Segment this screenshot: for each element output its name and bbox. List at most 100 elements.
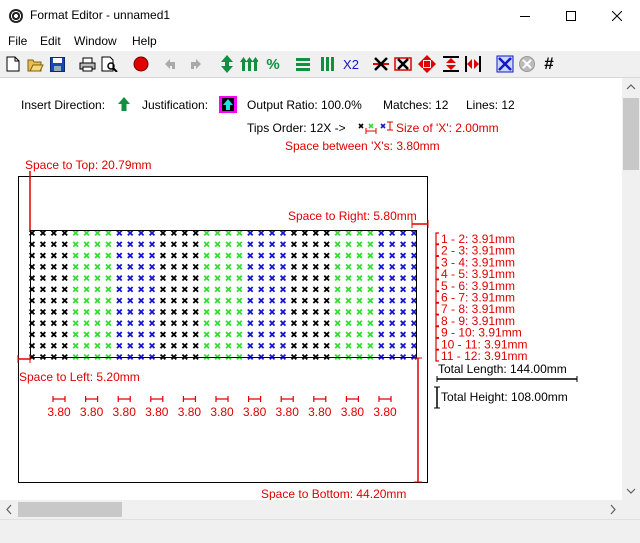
tip-x-mark — [356, 286, 363, 293]
menu-edit[interactable]: Edit — [40, 34, 61, 48]
x2-button[interactable]: X2 — [340, 55, 362, 73]
tip-x-mark — [159, 308, 167, 315]
tip-x-mark — [410, 241, 418, 248]
tip-x-mark — [61, 241, 68, 248]
tip-x-mark — [116, 297, 123, 304]
center-button[interactable] — [418, 55, 436, 73]
scroll-left-icon[interactable] — [6, 504, 12, 515]
tip-x-mark — [323, 308, 330, 315]
horizontal-spacing-button[interactable] — [464, 55, 482, 73]
delete-x-icon — [373, 57, 389, 71]
center-icon — [418, 55, 436, 73]
grid-x-button[interactable] — [496, 55, 514, 73]
align-columns-button[interactable] — [318, 55, 336, 73]
delete-x-button[interactable] — [372, 55, 390, 73]
percent-button[interactable]: % — [264, 55, 282, 73]
horizontal-scroll-thumb[interactable] — [18, 502, 122, 517]
tip-x-mark — [50, 308, 57, 315]
tip-x-mark — [116, 241, 123, 248]
tip-x-mark — [116, 342, 123, 349]
tip-x-mark — [39, 241, 46, 248]
vertical-spacing-button[interactable] — [442, 55, 460, 73]
tip-x-mark — [258, 252, 265, 259]
x-spacing-marker — [85, 396, 99, 402]
tips-order-sample-icon — [358, 121, 393, 134]
tip-x-mark — [170, 275, 177, 282]
tip-x-mark — [290, 241, 297, 248]
tip-x-mark — [203, 252, 210, 259]
justification-button[interactable] — [240, 55, 258, 73]
tip-x-mark — [105, 275, 112, 282]
tip-x-mark — [323, 263, 330, 270]
insert-direction-button[interactable] — [218, 55, 236, 73]
tip-x-mark — [345, 297, 352, 304]
tip-x-mark — [334, 229, 341, 237]
menu-help[interactable]: Help — [132, 34, 157, 48]
minimize-button[interactable] — [502, 0, 548, 31]
tip-x-mark — [312, 275, 319, 282]
tip-x-mark — [181, 252, 188, 259]
tip-x-mark — [181, 297, 188, 304]
save-button[interactable] — [48, 55, 66, 73]
tip-x-mark — [50, 275, 57, 282]
tip-x-mark — [127, 342, 134, 349]
tip-x-mark — [127, 252, 134, 259]
align-lines-button[interactable] — [294, 55, 312, 73]
delete-box-button[interactable] — [394, 55, 412, 73]
redo-icon — [191, 59, 201, 69]
close-button[interactable] — [594, 0, 640, 31]
print-preview-button[interactable] — [100, 55, 118, 73]
x-spacing-marker — [150, 396, 164, 402]
vertical-scrollbar[interactable] — [622, 78, 640, 500]
minimize-icon — [520, 15, 530, 17]
maximize-button[interactable] — [548, 0, 594, 31]
tip-grid[interactable] — [28, 229, 418, 361]
tip-x-mark — [400, 229, 407, 237]
scroll-up-icon[interactable] — [626, 84, 636, 90]
vertical-scroll-thumb[interactable] — [623, 98, 639, 170]
tip-x-mark — [367, 275, 374, 282]
x-spacing-label: 3.80 — [178, 405, 202, 419]
tip-x-mark — [72, 263, 79, 270]
film-reel-icon — [9, 9, 23, 23]
format-canvas[interactable]: Insert Direction: Justification: Output … — [0, 78, 622, 500]
record-button[interactable] — [132, 55, 150, 73]
tip-x-mark — [149, 275, 156, 282]
tip-x-mark — [203, 229, 210, 237]
scroll-corner — [622, 500, 640, 519]
tip-x-mark — [225, 241, 232, 248]
horizontal-scrollbar[interactable] — [0, 500, 622, 519]
tip-x-mark — [334, 297, 341, 304]
align-lines-icon — [296, 58, 310, 71]
tip-x-mark — [72, 297, 79, 304]
tip-x-mark — [389, 241, 396, 248]
tip-x-mark — [39, 275, 46, 282]
tip-x-mark — [367, 241, 374, 248]
open-button[interactable] — [26, 55, 44, 73]
insert-direction-indicator-icon[interactable] — [118, 97, 130, 111]
tip-x-mark — [116, 320, 123, 327]
x-spacing-label: 3.80 — [341, 405, 365, 419]
menu-window[interactable]: Window — [74, 34, 117, 48]
tip-x-mark — [181, 286, 188, 293]
tip-x-mark — [72, 342, 79, 349]
tip-x-mark — [192, 308, 199, 315]
scroll-right-icon[interactable] — [610, 504, 616, 515]
print-button[interactable] — [78, 55, 96, 73]
tip-x-mark — [301, 331, 308, 338]
menu-file[interactable]: File — [8, 34, 27, 48]
tip-x-mark — [72, 275, 79, 282]
tip-x-mark — [105, 229, 112, 237]
tip-x-mark — [225, 275, 232, 282]
tip-x-mark — [181, 229, 188, 237]
tip-x-mark — [138, 275, 145, 282]
justification-indicator-icon[interactable] — [219, 96, 237, 113]
lines-count: Lines: 12 — [466, 98, 515, 112]
x-spacing-label: 3.80 — [210, 405, 234, 419]
scroll-down-icon[interactable] — [626, 488, 636, 494]
new-button[interactable] — [4, 55, 22, 73]
tip-x-mark — [334, 241, 341, 248]
hash-button[interactable]: # — [540, 54, 558, 73]
tip-x-mark — [50, 331, 57, 338]
tip-x-mark — [94, 320, 101, 327]
